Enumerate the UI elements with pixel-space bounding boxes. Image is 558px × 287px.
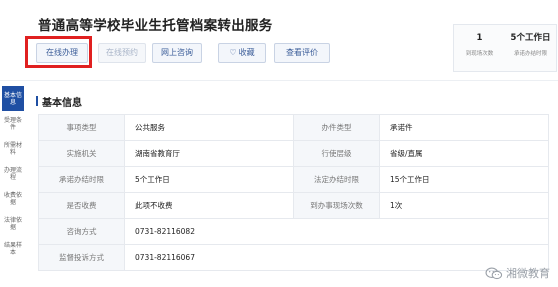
heart-icon: ♡: [229, 48, 237, 57]
field-label: 是否收费: [39, 193, 125, 219]
stat-visits: 1 到现场次数: [454, 32, 505, 57]
stat-label: 承诺办结时限: [513, 51, 547, 57]
section-title: 基本信息: [42, 98, 82, 109]
table-row: 是否收费 此项不收费 到办事现场次数 1次: [39, 193, 549, 219]
sidebar-item-fee-basis[interactable]: 收费依据: [2, 186, 24, 211]
field-value: 此项不收费: [125, 193, 294, 219]
favorite-button[interactable]: ♡ 收藏: [218, 43, 266, 63]
table-row: 事项类型 公共服务 办件类型 承诺件: [39, 115, 549, 141]
field-value: 省级/直属: [380, 141, 549, 167]
stat-value: 1: [476, 33, 483, 43]
field-label: 事项类型: [39, 115, 125, 141]
sidebar-item-process[interactable]: 办理流程: [2, 161, 24, 186]
view-review-button[interactable]: 查看评价: [274, 43, 330, 63]
sidebar-item-basic-info[interactable]: 基本信息: [2, 86, 24, 111]
stat-label: 到现场次数: [465, 51, 494, 57]
sidebar-item-materials[interactable]: 所需材料: [2, 136, 24, 161]
table-row: 监督投诉方式 0731-82116067: [39, 245, 549, 271]
field-label: 法定办结时限: [294, 167, 380, 193]
sidebar-item-conditions[interactable]: 受理条件: [2, 111, 24, 136]
field-value: 湖南省教育厅: [125, 141, 294, 167]
table-row: 咨询方式 0731-82116082: [39, 219, 549, 245]
online-consult-button[interactable]: 网上咨询: [152, 43, 202, 63]
sidebar: 基本信息 受理条件 所需材料 办理流程 收费依据 法律依据 结果样本: [0, 86, 26, 261]
table-row: 实施机关 湖南省教育厅 行使层级 省级/直属: [39, 141, 549, 167]
field-label: 监督投诉方式: [39, 245, 125, 271]
sidebar-item-result-sample[interactable]: 结果样本: [2, 236, 24, 261]
highlight-box: [25, 36, 92, 68]
field-value: 15个工作日: [380, 167, 549, 193]
field-label: 承诺办结时限: [39, 167, 125, 193]
stat-time-limit: 5个工作日 承诺办结时限: [505, 32, 556, 57]
field-label: 咨询方式: [39, 219, 125, 245]
field-value: 1次: [380, 193, 549, 219]
info-table: 事项类型 公共服务 办件类型 承诺件 实施机关 湖南省教育厅 行使层级 省级/直…: [38, 114, 549, 271]
stat-value: 5个工作日: [510, 33, 551, 43]
divider: [0, 80, 558, 81]
field-label: 到办事现场次数: [294, 193, 380, 219]
online-appointment-button[interactable]: 在线预约: [98, 43, 146, 63]
stats-panel: 1 到现场次数 5个工作日 承诺办结时限: [453, 24, 557, 72]
field-label: 实施机关: [39, 141, 125, 167]
field-value: 5个工作日: [125, 167, 294, 193]
wechat-icon: [485, 267, 503, 279]
field-value: 0731-82116082: [125, 219, 549, 245]
watermark: 湘微教育: [485, 265, 550, 281]
field-label: 办件类型: [294, 115, 380, 141]
table-row: 承诺办结时限 5个工作日 法定办结时限 15个工作日: [39, 167, 549, 193]
page-title: 普通高等学校毕业生托管档案转出服务: [38, 18, 273, 34]
field-value: 公共服务: [125, 115, 294, 141]
watermark-text: 湘微教育: [506, 267, 550, 280]
sidebar-item-legal-basis[interactable]: 法律依据: [2, 211, 24, 236]
field-value: 承诺件: [380, 115, 549, 141]
field-label: 行使层级: [294, 141, 380, 167]
favorite-label: 收藏: [238, 48, 255, 57]
